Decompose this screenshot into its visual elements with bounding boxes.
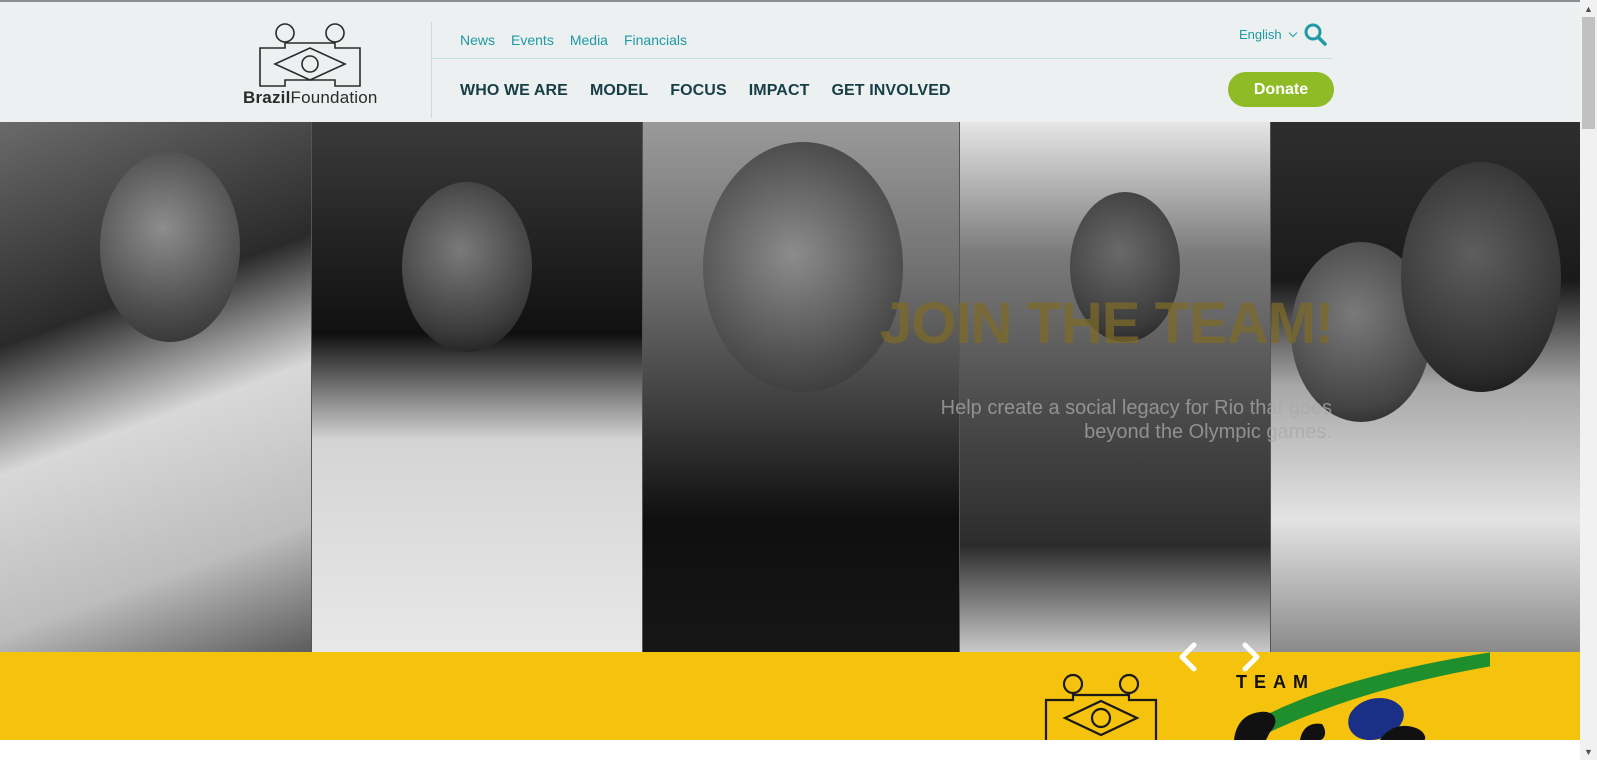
hero-photo-elderly-woman bbox=[642, 122, 959, 652]
util-nav-media[interactable]: Media bbox=[570, 32, 608, 48]
logo-mark-icon bbox=[1044, 673, 1158, 740]
language-selector[interactable]: English bbox=[1239, 27, 1297, 42]
team-rio-brushmark bbox=[1234, 652, 1490, 740]
scrollbar-thumb[interactable] bbox=[1582, 17, 1595, 129]
team-rio-banner: TEAM bbox=[0, 652, 1580, 740]
chevron-left-icon[interactable] bbox=[1172, 640, 1206, 674]
chevron-down-icon bbox=[1288, 28, 1297, 38]
scroll-up-icon[interactable]: ▲ bbox=[1580, 0, 1597, 17]
util-nav-events[interactable]: Events bbox=[511, 32, 554, 48]
site-header: BrazilFoundation News Events Media Finan… bbox=[0, 2, 1580, 122]
nav-divider bbox=[432, 58, 1332, 59]
utility-nav: News Events Media Financials bbox=[460, 32, 687, 48]
main-nav-impact[interactable]: IMPACT bbox=[749, 82, 810, 100]
page-bottom-strip bbox=[0, 740, 1580, 760]
hero-photo-boy-flute bbox=[0, 122, 311, 652]
scroll-down-icon[interactable]: ▼ bbox=[1580, 743, 1597, 760]
chevron-right-icon[interactable] bbox=[1233, 640, 1267, 674]
hero-title: JOIN THE TEAM! bbox=[880, 291, 1334, 356]
main-nav-get-involved[interactable]: GET INVOLVED bbox=[831, 82, 950, 100]
hero-photo-boy-thumbs-up bbox=[959, 122, 1270, 652]
main-nav: WHO WE ARE MODEL FOCUS IMPACT GET INVOLV… bbox=[460, 82, 951, 100]
donate-button[interactable]: Donate bbox=[1228, 72, 1334, 107]
hero-photo-young-woman bbox=[311, 122, 642, 652]
util-nav-news[interactable]: News bbox=[460, 32, 495, 48]
hero-photo-two-girls bbox=[1270, 122, 1580, 652]
hero-subtitle: Help create a social legacy for Rio that… bbox=[940, 397, 1332, 443]
photo-face bbox=[703, 142, 903, 392]
photo-face bbox=[100, 152, 240, 342]
main-nav-who-we-are[interactable]: WHO WE ARE bbox=[460, 82, 568, 100]
main-nav-model[interactable]: MODEL bbox=[590, 82, 648, 100]
vertical-scrollbar[interactable]: ▲ ▼ bbox=[1580, 0, 1597, 760]
hero-slider bbox=[0, 122, 1580, 652]
logo-mark-icon bbox=[259, 23, 361, 87]
logo-wordmark: BrazilFoundation bbox=[243, 88, 378, 107]
brazil-foundation-logo[interactable]: BrazilFoundation bbox=[243, 22, 381, 112]
photo-face bbox=[1401, 162, 1561, 392]
header-divider bbox=[431, 22, 432, 118]
search-icon[interactable] bbox=[1303, 22, 1327, 46]
util-nav-financials[interactable]: Financials bbox=[624, 32, 687, 48]
main-nav-focus[interactable]: FOCUS bbox=[670, 82, 727, 100]
language-label: English bbox=[1239, 27, 1282, 42]
photo-face bbox=[402, 182, 532, 352]
